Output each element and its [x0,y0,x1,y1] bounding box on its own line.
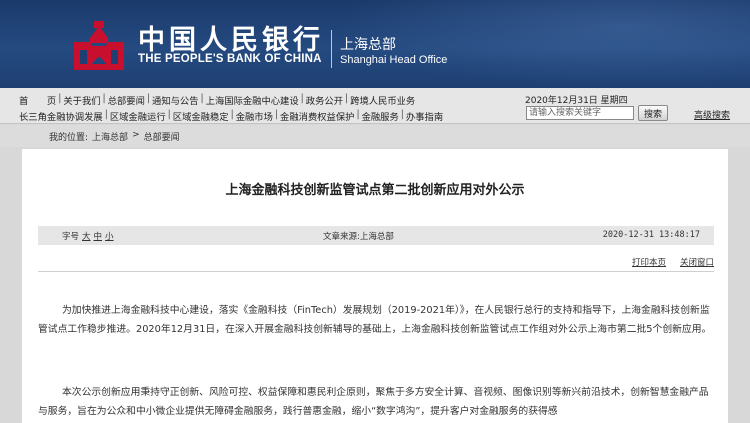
nav-item-home[interactable]: 首 页 [19,93,56,107]
nav-separator: | [356,109,360,120]
nav-item-news[interactable]: 总部要闻 [108,93,145,107]
nav-separator: | [200,93,204,104]
close-window-link[interactable]: 关闭窗口 [680,256,714,268]
office-name-cn: 上海总部 [340,37,396,53]
article-paragraph: 为加快推进上海金融科技中心建设，落实《金融科技（FinTech）发展规划（201… [38,305,712,335]
nav-separator: | [58,93,62,104]
nav-item-about[interactable]: 关于我们 [63,93,100,107]
font-size-medium-option[interactable]: 中 [94,230,103,242]
nav-item-notices[interactable]: 通知与公告 [152,93,199,107]
bank-name-en: THE PEOPLE'S BANK OF CHINA [138,53,322,65]
nav-item-consumer-protection[interactable]: 金融消费权益保护 [280,109,354,123]
breadcrumb-item-head-office[interactable]: 上海总部 [92,130,128,143]
print-page-link[interactable]: 打印本页 [632,256,666,268]
current-date: 2020年12月31日 星期四 [525,96,628,106]
article-meta-bar: 字号 大 中 小 文章来源:上海总部 2020-12-31 13:48:17 [38,226,714,245]
search-button[interactable]: 搜索 [638,105,668,121]
main-nav: 首 页 | 关于我们 | 总部要闻 | 通知与公告 | 上海国际金融中心建设 |… [0,88,750,124]
nav-item-intl-finance-center[interactable]: 上海国际金融中心建设 [206,93,299,107]
article-container: 上海金融科技创新监管试点第二批创新应用对外公示 字号 大 中 小 文章来源:上海… [22,149,728,423]
nav-item-guide[interactable]: 办事指南 [406,109,443,123]
nav-item-cross-border-rmb[interactable]: 跨境人民币业务 [350,93,415,107]
nav-separator: | [146,93,151,104]
header-divider [331,30,332,68]
nav-item-yangtze-delta[interactable]: 长三角金融协调发展 [19,109,103,123]
nav-item-regional-operation[interactable]: 区域金融运行 [110,109,166,123]
nav-separator: | [104,109,108,120]
breadcrumb-separator: > [132,130,140,140]
nav-separator: | [230,109,234,120]
advanced-search-link[interactable]: 高级搜索 [694,108,730,121]
article-title: 上海金融科技创新监管试点第二批创新应用对外公示 [225,183,525,198]
nav-separator: | [102,93,106,104]
search-input[interactable] [526,106,634,120]
nav-item-regional-stability[interactable]: 区域金融稳定 [173,109,229,123]
content-divider [38,271,714,272]
nav-separator: | [300,93,304,104]
font-size-label: 字号 [62,232,80,242]
nav-row-2: 长三角金融协调发展 | 区域金融运行 | 区域金融稳定 | 金融市场 | 金融消… [19,109,443,123]
font-size-large-option[interactable]: 大 [82,230,91,242]
bank-name-cn: 中国人民银行 [138,25,324,56]
breadcrumb: 我的位置: 上海总部 > 总部要闻 [49,130,180,143]
nav-separator: | [400,109,404,120]
article-source: 文章来源:上海总部 [323,232,394,242]
font-size-control: 字号 大 中 小 [62,230,114,242]
office-name-en: Shanghai Head Office [340,54,448,66]
breadcrumb-label: 我的位置: [49,133,89,143]
nav-item-gov-affairs[interactable]: 政务公开 [306,93,343,107]
font-size-small-option[interactable]: 小 [105,230,114,242]
nav-row-1: 首 页 | 关于我们 | 总部要闻 | 通知与公告 | 上海国际金融中心建设 |… [19,93,415,107]
article-actions: 打印本页 关闭窗口 [632,256,714,268]
breadcrumb-item-news[interactable]: 总部要闻 [144,130,180,143]
site-header: 中国人民银行 THE PEOPLE'S BANK OF CHINA 上海总部 S… [0,0,750,88]
nav-item-financial-services[interactable]: 金融服务 [362,109,399,123]
nav-separator: | [274,109,279,120]
breadcrumb-bar: 我的位置: 上海总部 > 总部要闻 [0,125,750,147]
nav-item-financial-market[interactable]: 金融市场 [236,109,273,123]
nav-separator: | [167,109,171,120]
article-timestamp: 2020-12-31 13:48:17 [602,230,700,240]
article-paragraph: 本次公示创新应用秉持守正创新、风险可控、权益保障和惠民利企原则，聚焦于多方安全计… [38,387,709,417]
pboc-logo-icon[interactable] [70,18,128,74]
nav-separator: | [345,93,349,104]
